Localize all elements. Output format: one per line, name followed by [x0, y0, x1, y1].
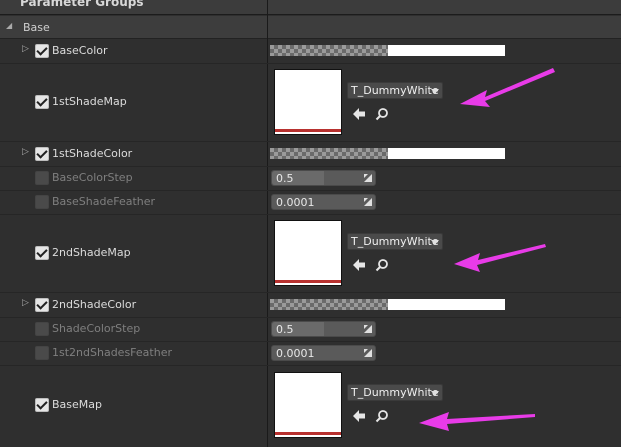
base-section-header[interactable]: ◢ Base — [0, 16, 621, 39]
expand-triangle-icon[interactable]: ▷ — [22, 147, 29, 157]
color-swatch[interactable] — [270, 148, 505, 159]
texture-thumbnail[interactable] — [274, 220, 342, 286]
scalar-value-field[interactable]: 0.0001 — [271, 345, 376, 361]
chevron-down-icon — [431, 240, 439, 245]
param-enable-checkbox[interactable] — [35, 398, 49, 412]
param-enable-checkbox[interactable] — [35, 298, 49, 312]
scalar-value-field[interactable]: 0.0001 — [271, 194, 376, 210]
param-enable-checkbox[interactable] — [35, 322, 49, 336]
parameter-groups-header[interactable]: Parameter Groups — [0, 0, 621, 15]
param-label: BaseShadeFeather — [52, 195, 156, 208]
use-selected-arrow-icon[interactable] — [352, 107, 366, 121]
param-row-2ndshademap: 2ndShadeMap T_DummyWhite — [0, 215, 621, 292]
texture-thumbnail[interactable] — [274, 372, 342, 438]
use-selected-arrow-icon[interactable] — [352, 258, 366, 272]
asset-name: T_DummyWhite — [351, 386, 439, 399]
use-selected-arrow-icon[interactable] — [352, 409, 366, 423]
browse-magnifier-icon[interactable] — [375, 258, 389, 272]
section-title: Base — [23, 21, 50, 34]
texture-thumbnail[interactable] — [274, 69, 342, 135]
param-label: BaseMap — [52, 398, 102, 411]
param-label: BaseColorStep — [52, 171, 133, 184]
param-enable-checkbox[interactable] — [35, 346, 49, 360]
param-enable-checkbox[interactable] — [35, 44, 49, 58]
expand-triangle-icon[interactable]: ▷ — [22, 298, 29, 308]
param-label: 1stShadeMap — [52, 95, 127, 108]
param-enable-checkbox[interactable] — [35, 246, 49, 260]
asset-picker-combo[interactable]: T_DummyWhite — [347, 233, 443, 250]
param-row-shadecolorstep: ShadeColorStep 0.5 — [0, 318, 621, 341]
param-enable-checkbox[interactable] — [35, 95, 49, 109]
param-row-basemap: BaseMap T_DummyWhite — [0, 366, 621, 447]
param-enable-checkbox[interactable] — [35, 171, 49, 185]
scalar-value-field[interactable]: 0.5 — [271, 321, 376, 337]
param-row-1stshademap: 1stShadeMap T_DummyWhite — [0, 64, 621, 141]
scalar-value-field[interactable]: 0.5 — [271, 170, 376, 186]
asset-picker-combo[interactable]: T_DummyWhite — [347, 384, 443, 401]
param-label: 2ndShadeColor — [52, 298, 137, 311]
color-swatch[interactable] — [270, 299, 505, 310]
param-row-1st2ndshadesfeather: 1st2ndShadesFeather 0.0001 — [0, 342, 621, 365]
asset-name: T_DummyWhite — [351, 84, 439, 97]
parameter-groups-title: Parameter Groups — [20, 0, 144, 9]
param-row-basecolor: ▷ BaseColor — [0, 39, 621, 63]
asset-picker-combo[interactable]: T_DummyWhite — [347, 82, 443, 99]
browse-magnifier-icon[interactable] — [375, 409, 389, 423]
scalar-value: 0.5 — [276, 172, 294, 185]
resize-drag-icon — [364, 325, 372, 333]
expand-triangle-icon[interactable]: ▷ — [22, 44, 29, 54]
param-label: 2ndShadeMap — [52, 246, 131, 259]
param-row-baseshadefeather: BaseShadeFeather 0.0001 — [0, 191, 621, 214]
resize-drag-icon — [364, 174, 372, 182]
param-enable-checkbox[interactable] — [35, 195, 49, 209]
chevron-down-icon — [431, 391, 439, 396]
scalar-value: 0.5 — [276, 323, 294, 336]
collapse-triangle-icon[interactable]: ◢ — [6, 21, 12, 30]
param-label: 1st2ndShadesFeather — [52, 346, 172, 359]
scalar-value: 0.0001 — [276, 347, 315, 360]
material-parameters-panel: Parameter Groups ◢ Base ▷ BaseColor 1stS… — [0, 0, 621, 447]
asset-name: T_DummyWhite — [351, 235, 439, 248]
param-label: BaseColor — [52, 44, 108, 57]
param-label: ShadeColorStep — [52, 322, 141, 335]
param-row-basecolorstep: BaseColorStep 0.5 — [0, 167, 621, 190]
chevron-down-icon — [431, 89, 439, 94]
resize-drag-icon — [364, 349, 372, 357]
scalar-value: 0.0001 — [276, 196, 315, 209]
color-swatch[interactable] — [270, 45, 505, 56]
param-label: 1stShadeColor — [52, 147, 133, 160]
resize-drag-icon — [364, 198, 372, 206]
param-row-2ndshadecolor: ▷ 2ndShadeColor — [0, 293, 621, 317]
param-row-1stshadecolor: ▷ 1stShadeColor — [0, 142, 621, 166]
param-enable-checkbox[interactable] — [35, 147, 49, 161]
browse-magnifier-icon[interactable] — [375, 107, 389, 121]
